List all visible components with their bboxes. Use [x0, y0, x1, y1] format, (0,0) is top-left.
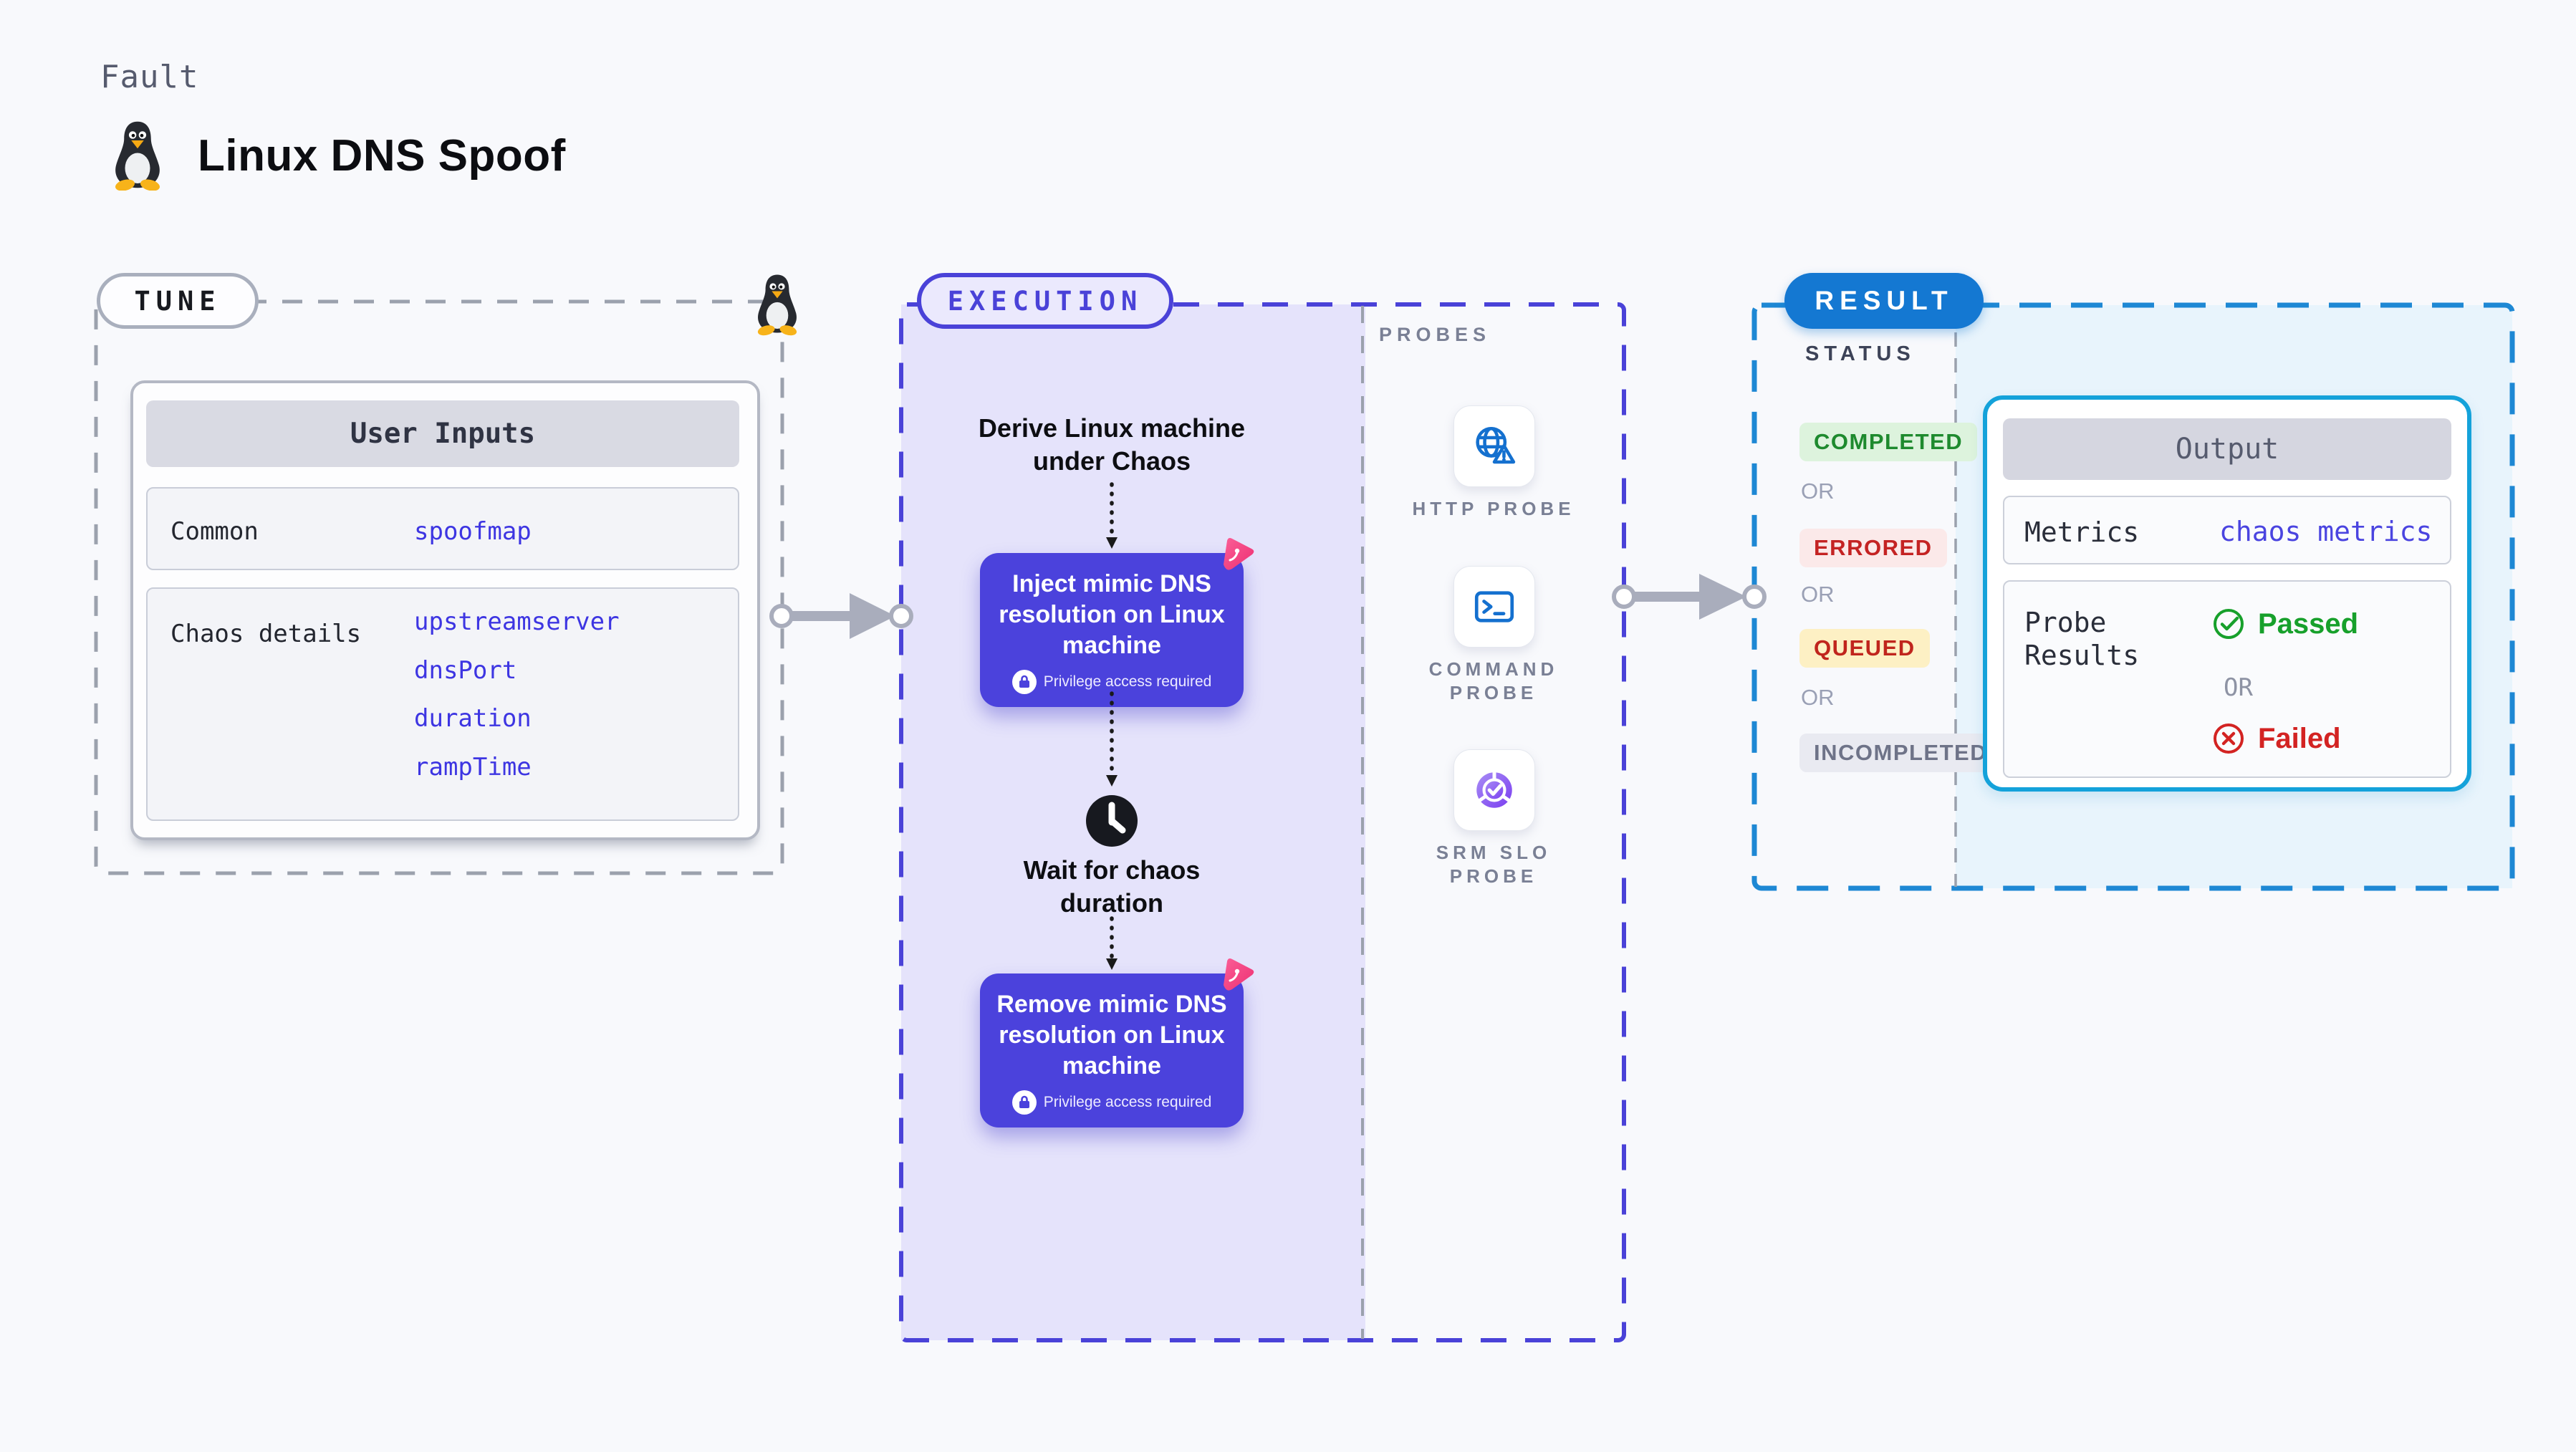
- inject-chaos-node: Inject mimic DNS resolution on Linux mac…: [980, 553, 1244, 707]
- privilege-badge-text: Privilege access required: [1043, 1094, 1212, 1110]
- status-label: STATUS: [1805, 342, 1916, 365]
- row-value: duration: [414, 704, 532, 733]
- user-inputs-header: User Inputs: [146, 400, 739, 467]
- row-label: Common: [170, 517, 259, 546]
- wait-step-text: Wait for chaos duration: [986, 854, 1237, 920]
- remove-node-title: Remove mimic DNS resolution on Linux mac…: [996, 991, 1227, 1080]
- fault-diagram: Fault Linux DNS Spoof TUNE User Inputs C…: [0, 0, 2576, 1452]
- or-separator: OR: [1801, 479, 1835, 504]
- output-header: Output: [2003, 418, 2451, 480]
- row-value: upstreamserver: [414, 607, 620, 636]
- tune-section-pill: TUNE: [97, 273, 259, 329]
- or-separator: OR: [1801, 685, 1835, 710]
- dotted-connector-icon: [1106, 691, 1118, 787]
- metrics-row: Metrics chaos metrics: [2003, 496, 2451, 564]
- command-probe-label: COMMAND PROBE: [1428, 658, 1559, 703]
- row-value: dnsPort: [414, 656, 517, 685]
- terminal-icon: [1474, 591, 1514, 622]
- page-title: Linux DNS Spoof: [198, 131, 566, 181]
- row-value: rampTime: [414, 753, 532, 782]
- metrics-value: chaos metrics: [2219, 516, 2433, 547]
- passed-text: Passed: [2258, 607, 2359, 640]
- command-probe-card: [1453, 566, 1535, 648]
- tux-icon: [115, 121, 160, 191]
- http-probe-card: [1453, 405, 1535, 487]
- lock-icon: [1011, 1090, 1037, 1115]
- flow-arrow-execution-to-result: [1612, 574, 1767, 620]
- row-label: Chaos details: [170, 620, 362, 648]
- x-circle-icon: [2214, 723, 2244, 754]
- user-inputs-card: User Inputs Common spoofmap Chaos detail…: [130, 380, 760, 840]
- litmus-chaos-icon: [1224, 958, 1254, 991]
- derive-line2: under Chaos: [1032, 446, 1191, 476]
- table-row-common: Common spoofmap: [146, 487, 739, 570]
- derive-line1: Derive Linux machine: [978, 413, 1246, 443]
- http-probe-label: HTTP PROBE: [1412, 498, 1575, 519]
- dotted-connector-icon: [1106, 482, 1118, 549]
- status-badge-queued: QUEUED: [1799, 629, 1930, 668]
- table-row-chaos-details: Chaos details upstreamserver dnsPort dur…: [146, 587, 739, 821]
- probe-results-row: Probe Results Passed OR Failed: [2003, 580, 2451, 778]
- globe-warning-icon: [1476, 426, 1516, 464]
- remove-chaos-node: Remove mimic DNS resolution on Linux mac…: [980, 973, 1244, 1128]
- passed-row: Passed: [2212, 607, 2358, 640]
- derive-step-text: Derive Linux machine under Chaos: [969, 412, 1255, 478]
- srm-slo-probe-label: SRM SLO PROBE: [1436, 842, 1552, 887]
- row-value: spoofmap: [414, 517, 532, 546]
- inject-node-title: Inject mimic DNS resolution on Linux mac…: [999, 570, 1225, 659]
- failed-row: Failed: [2212, 722, 2341, 755]
- tux-icon-small: [757, 274, 797, 336]
- output-card: Output Metrics chaos metrics Probe Resul…: [1983, 395, 2471, 792]
- metrics-label: Metrics: [2024, 516, 2140, 548]
- status-badge-completed: COMPLETED: [1799, 423, 1978, 461]
- check-circle-icon: [2214, 609, 2244, 639]
- litmus-chaos-icon: [1224, 538, 1254, 570]
- or-separator: OR: [1801, 582, 1835, 607]
- probe-results-label: Probe Results: [2024, 607, 2140, 671]
- privilege-badge-text: Privilege access required: [1043, 673, 1212, 690]
- status-badge-incompleted: INCOMPLETED: [1799, 734, 2002, 772]
- dotted-connector-icon: [1106, 916, 1118, 970]
- fault-kicker: Fault: [100, 59, 199, 95]
- execution-section-pill: EXECUTION: [917, 273, 1173, 329]
- wait-line1: Wait for chaos: [1023, 855, 1201, 885]
- slo-donut-check-icon: [1476, 770, 1512, 808]
- flow-arrow-tune-to-execution: [769, 593, 913, 639]
- failed-text: Failed: [2258, 722, 2341, 754]
- lock-icon: [1011, 670, 1037, 694]
- srm-slo-probe-card: [1453, 749, 1535, 831]
- probes-zone-label: PROBES: [1379, 324, 1491, 345]
- clock-icon: [1086, 795, 1138, 847]
- status-badge-errored: ERRORED: [1799, 529, 1947, 567]
- result-section-pill: RESULT: [1784, 273, 1984, 329]
- or-separator: OR: [2224, 673, 2253, 702]
